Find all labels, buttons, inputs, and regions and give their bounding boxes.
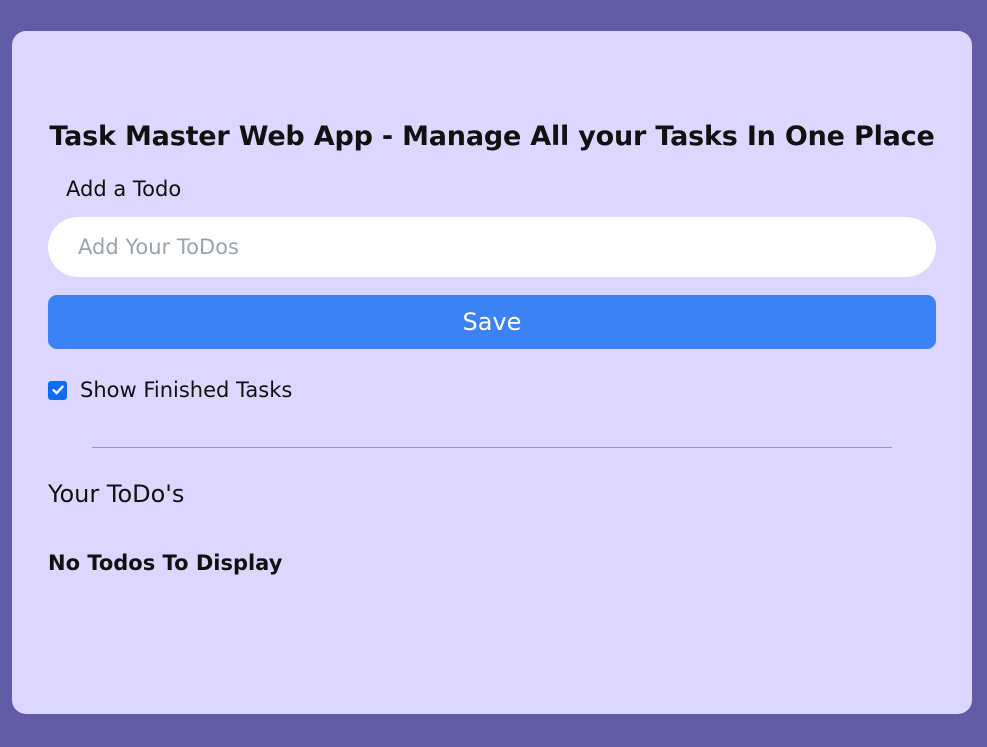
page-title: Task Master Web App - Manage All your Ta… [49, 121, 935, 152]
add-todo-label: Add a Todo [66, 177, 182, 201]
checkmark-icon [51, 385, 64, 395]
show-finished-label: Show Finished Tasks [80, 378, 293, 402]
section-divider [92, 447, 892, 448]
todo-card: Task Master Web App - Manage All your Ta… [12, 31, 972, 714]
show-finished-toggle[interactable]: Show Finished Tasks [48, 376, 292, 404]
todos-heading: Your ToDo's [48, 480, 185, 508]
show-finished-checkbox[interactable] [48, 380, 67, 400]
empty-todos-message: No Todos To Display [48, 551, 283, 575]
save-button[interactable]: Save [48, 295, 936, 349]
todo-input[interactable] [48, 217, 936, 277]
